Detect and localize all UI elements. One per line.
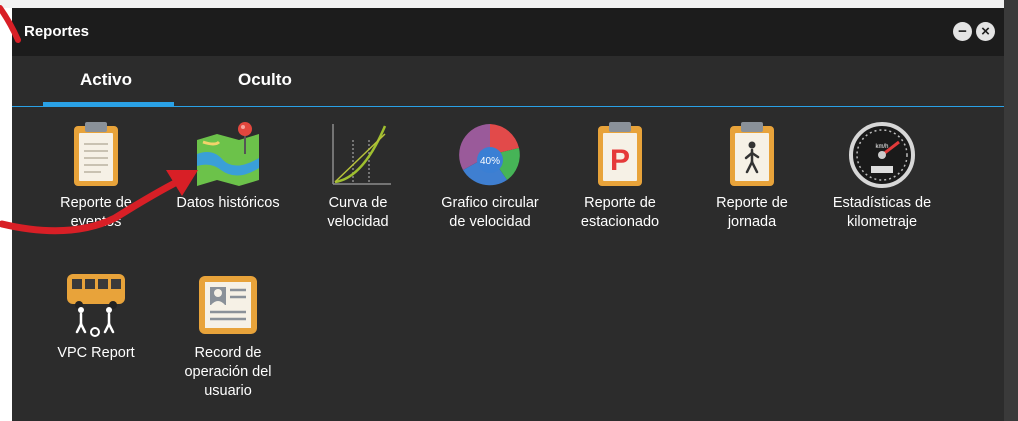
- walking-clipboard-icon: [730, 122, 774, 186]
- pie-chart-icon: 40%: [459, 124, 520, 186]
- minimize-icon[interactable]: −: [953, 22, 972, 41]
- report-item-label: Curva de velocidad: [327, 195, 389, 230]
- report-item-eventos[interactable]: Reporte de eventos: [32, 120, 160, 232]
- report-item-label: Estadísticas de kilometraje: [832, 195, 932, 230]
- background-app-edge: [1004, 0, 1018, 421]
- report-item-vpc[interactable]: VPC Report: [32, 270, 160, 363]
- window-titlebar[interactable]: Reportes − ×: [12, 8, 1004, 56]
- reports-window: Reportes − × Activo Oculto Reporte de ev…: [12, 8, 1004, 421]
- parking-clipboard-icon: P: [598, 122, 642, 186]
- report-item-record-operacion[interactable]: Record de operación del usuario: [164, 270, 292, 401]
- tab-divider: [12, 106, 1004, 107]
- report-item-label: VPC Report: [57, 345, 135, 361]
- report-item-datos-historicos[interactable]: Datos históricos: [164, 120, 292, 213]
- map-pin-icon: [197, 122, 259, 186]
- report-item-label: Grafico circular de velocidad: [441, 195, 539, 230]
- report-item-kilometraje[interactable]: km/h Estadísticas de kilometraje: [818, 120, 946, 232]
- report-item-label: Reporte de eventos: [60, 195, 132, 230]
- tab-oculto[interactable]: Oculto: [238, 70, 292, 90]
- svg-text:P: P: [610, 144, 630, 177]
- report-item-label: Record de operación del usuario: [184, 345, 272, 399]
- speed-curve-chart-icon: [332, 124, 391, 185]
- svg-text:km/h: km/h: [875, 144, 888, 150]
- clipboard-icon: [74, 122, 118, 186]
- user-record-icon: [199, 276, 257, 334]
- report-item-grafico-circular[interactable]: 40% Grafico circular de velocidad: [426, 120, 554, 232]
- report-item-estacionado[interactable]: P Reporte de estacionado: [556, 120, 684, 232]
- bus-passengers-icon: [67, 274, 125, 337]
- close-icon[interactable]: ×: [976, 22, 995, 41]
- tab-activo[interactable]: Activo: [80, 70, 132, 90]
- window-title: Reportes: [24, 23, 90, 40]
- report-item-label: Datos históricos: [176, 195, 280, 211]
- report-item-curva-velocidad[interactable]: Curva de velocidad: [294, 120, 422, 232]
- speedometer-icon: km/h: [849, 122, 915, 188]
- svg-text:40%: 40%: [480, 156, 500, 167]
- report-item-jornada[interactable]: Reporte de jornada: [688, 120, 816, 232]
- background-strip: [0, 0, 1018, 8]
- report-item-label: Reporte de jornada: [716, 195, 788, 230]
- report-item-label: Reporte de estacionado: [580, 195, 660, 230]
